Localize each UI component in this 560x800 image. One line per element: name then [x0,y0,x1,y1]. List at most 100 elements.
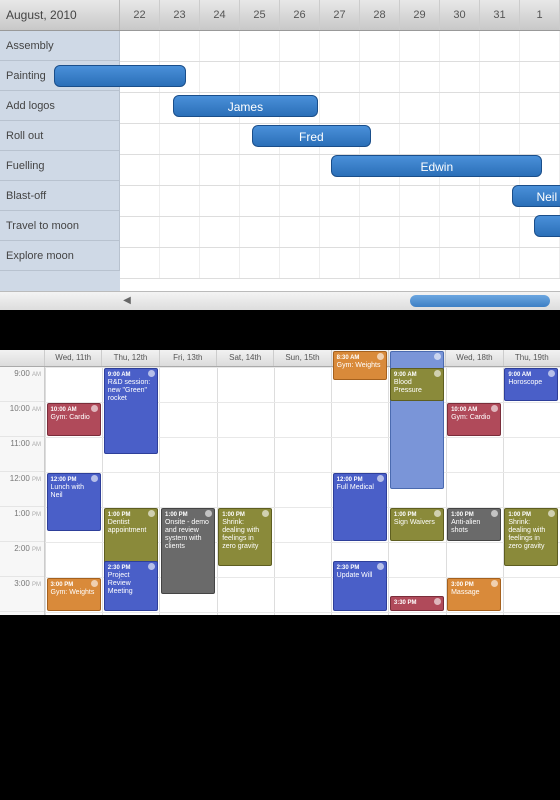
gantt-day-header: 26 [280,0,320,30]
event-time: 1:00 PM [108,511,154,519]
week-header: Wed, 11thThu, 12thFri, 13thSat, 14thSun,… [0,350,560,367]
calendar-event[interactable]: 12:00 PMFull Medical [333,473,387,541]
gantt-task-label[interactable]: Travel to moon [0,211,120,241]
calendar-event[interactable]: 10:00 AMGym: Cardio [447,403,501,436]
week-time-label: 11:00 AM [0,437,44,472]
week-grid[interactable]: 10:00 AMGym: Cardio 12:00 PMLunch with Ne… [45,367,560,615]
calendar-event[interactable]: 2:30 PMUpdate Will [333,561,387,612]
gantt-grid[interactable]: James Fred Edwin Neil [120,31,560,291]
calendar-event[interactable]: 8:30 AMGym: Weights [333,351,387,381]
week-day-header: Sun, 15th [273,350,330,366]
calendar-event[interactable]: 9:00 AMBlood Pressure [390,368,444,401]
event-time: 10:00 AM [51,406,97,414]
close-icon[interactable] [91,405,98,412]
calendar-event[interactable]: 1:00 PMShrink: dealing with feelings in … [218,508,272,566]
gantt-day-header: 27 [320,0,360,30]
calendar-event[interactable]: 2:30 PMProject Review Meeting [104,561,158,612]
close-icon[interactable] [148,510,155,517]
event-title: Update Will [337,572,373,579]
event-title: Shrink: dealing with feelings in zero gr… [508,519,545,550]
close-icon[interactable] [434,353,441,360]
gantt-day-header: 28 [360,0,400,30]
event-title: Anti-alien shots [451,519,480,534]
calendar-event[interactable]: 1:00 PMDentist appointment [104,508,158,566]
gantt-bar[interactable]: Fred [252,125,371,147]
event-title: Gym: Cardio [51,414,90,421]
event-title: Gym: Weights [337,362,381,369]
gantt-task-label[interactable]: Explore moon [0,241,120,271]
close-icon[interactable] [377,475,384,482]
calendar-event[interactable]: 1:00 PMAnti-alien shots [447,508,501,541]
event-time: 3:00 PM [51,581,97,589]
close-icon[interactable] [434,510,441,517]
gantt-body: AssemblyPaintingAdd logosRoll outFuellin… [0,31,560,291]
calendar-event[interactable]: 3:30 PM [390,596,444,612]
close-icon[interactable] [148,563,155,570]
week-time-axis: 9:00 AM10:00 AM11:00 AM12:00 PM1:00 PM2:… [0,367,45,615]
event-title: Full Medical [337,484,374,491]
close-icon[interactable] [91,580,98,587]
gantt-day-header: 1 [520,0,560,30]
week-day-header: Wed, 11th [44,350,101,366]
gantt-bar[interactable]: Neil [512,185,560,207]
gantt-bar[interactable]: James [173,95,318,117]
calendar-event[interactable]: 10:00 AMGym: Cardio [47,403,101,436]
week-time-label: 2:00 PM [0,542,44,577]
gantt-day-header: 25 [240,0,280,30]
gantt-bar[interactable]: Edwin [331,155,542,177]
event-title: Project Review Meeting [108,572,133,595]
event-title: Massage [451,589,479,596]
gantt-chart: August, 2010 222324252627282930311 Assem… [0,0,560,310]
gantt-task-label[interactable]: Blast-off [0,181,120,211]
week-day-header: Thu, 19th [503,350,560,366]
calendar-event[interactable]: 3:00 PMMassage [447,578,501,611]
gantt-task-label[interactable]: Fuelling [0,151,120,181]
gantt-day-columns: 222324252627282930311 [120,0,560,30]
week-calendar: Wed, 11thThu, 12thFri, 13thSat, 14thSun,… [0,350,560,615]
gantt-bar[interactable] [534,215,560,237]
event-time: 12:00 PM [51,476,97,484]
calendar-event[interactable]: 3:00 PMGym: Weights [47,578,101,611]
week-day-header: Thu, 12th [101,350,158,366]
close-icon[interactable] [434,370,441,377]
event-title: Blood Pressure [394,379,422,394]
close-icon[interactable] [377,563,384,570]
week-body: 9:00 AM10:00 AM11:00 AM12:00 PM1:00 PM2:… [0,367,560,615]
event-time: 3:30 PM [394,599,440,607]
week-time-label: 9:00 AM [0,367,44,402]
gantt-day-header: 30 [440,0,480,30]
close-icon[interactable] [91,475,98,482]
week-time-label: 3:00 PM [0,577,44,612]
calendar-event[interactable]: 9:00 AMHoroscope [504,368,558,401]
calendar-event[interactable]: 12:00 PMLunch with Neil [47,473,101,531]
event-title: R&D session: new "Green" rocket [108,379,150,402]
close-icon[interactable] [377,353,384,360]
event-time: 8:30 AM [337,354,383,362]
gantt-scrollbar[interactable]: ◀ [0,291,560,310]
event-time: 2:30 PM [337,564,383,572]
event-title: Shrink: dealing with feelings in zero gr… [222,519,259,550]
event-title: Lunch with Neil [51,484,84,499]
scroll-thumb[interactable] [410,295,550,307]
scroll-left-arrow-icon[interactable]: ◀ [120,294,134,308]
event-title: Sign Waivers [394,519,435,526]
week-time-label: 10:00 AM [0,402,44,437]
event-title: Gym: Weights [51,589,95,596]
gantt-task-label[interactable]: Roll out [0,121,120,151]
close-icon[interactable] [434,598,441,605]
calendar-event[interactable]: 1:00 PMShrink: dealing with feelings in … [504,508,558,566]
calendar-event[interactable]: 1:00 PMOnsite - demo and review system w… [161,508,215,594]
week-day-header: Sat, 14th [216,350,273,366]
gantt-day-header: 23 [160,0,200,30]
gantt-header: August, 2010 222324252627282930311 [0,0,560,31]
calendar-event[interactable]: 9:00 AMR&D session: new "Green" rocket [104,368,158,454]
gantt-day-header: 24 [200,0,240,30]
gantt-task-label[interactable]: Assembly [0,31,120,61]
close-icon[interactable] [148,370,155,377]
event-title: Dentist appointment [108,519,147,534]
gantt-task-label[interactable]: Add logos [0,91,120,121]
event-title: Onsite - demo and review system with cli… [165,519,209,550]
calendar-event[interactable]: 1:00 PMSign Waivers [390,508,444,541]
event-time: 2:30 PM [108,564,154,572]
gantt-bar[interactable] [54,65,186,87]
